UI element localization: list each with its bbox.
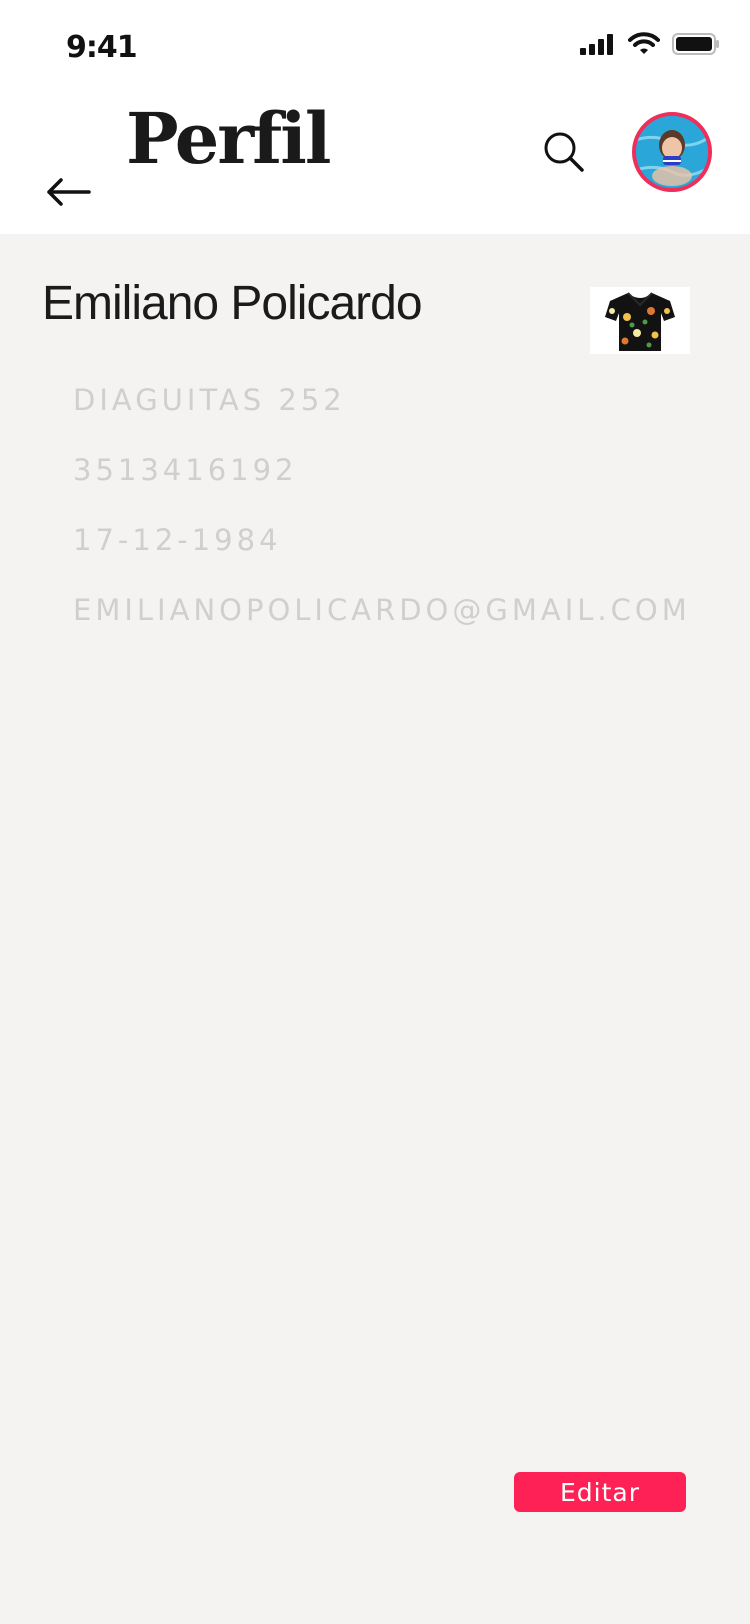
user-name: Emiliano Policardo bbox=[42, 277, 423, 330]
back-button[interactable] bbox=[40, 170, 96, 218]
phone-text: 3513416192 bbox=[73, 453, 298, 487]
signal-icon bbox=[580, 33, 616, 60]
email-text: EMILIANOPOLICARDO@GMAIL.COM bbox=[73, 593, 691, 627]
search-button[interactable] bbox=[538, 128, 590, 180]
profile-info-list: DIAGUITAS 252 3513416192 17-12-1984 EMIL… bbox=[73, 380, 691, 660]
profile-photo bbox=[636, 116, 708, 188]
shirt-thumbnail bbox=[590, 287, 690, 354]
birthdate-text: 17-12-1984 bbox=[73, 523, 282, 557]
edit-button[interactable]: Editar bbox=[514, 1472, 686, 1512]
status-icons bbox=[580, 32, 720, 61]
shirt-icon bbox=[605, 291, 675, 351]
avatar[interactable] bbox=[632, 112, 712, 192]
wifi-icon bbox=[628, 32, 660, 61]
arrow-left-icon bbox=[45, 177, 91, 212]
status-time: 9:41 bbox=[66, 30, 138, 65]
app-header: 9:41 Perfil bbox=[0, 0, 750, 234]
battery-icon bbox=[672, 33, 720, 60]
page-title: Perfil bbox=[126, 97, 331, 180]
search-icon bbox=[543, 131, 585, 178]
address-text: DIAGUITAS 252 bbox=[73, 383, 346, 417]
